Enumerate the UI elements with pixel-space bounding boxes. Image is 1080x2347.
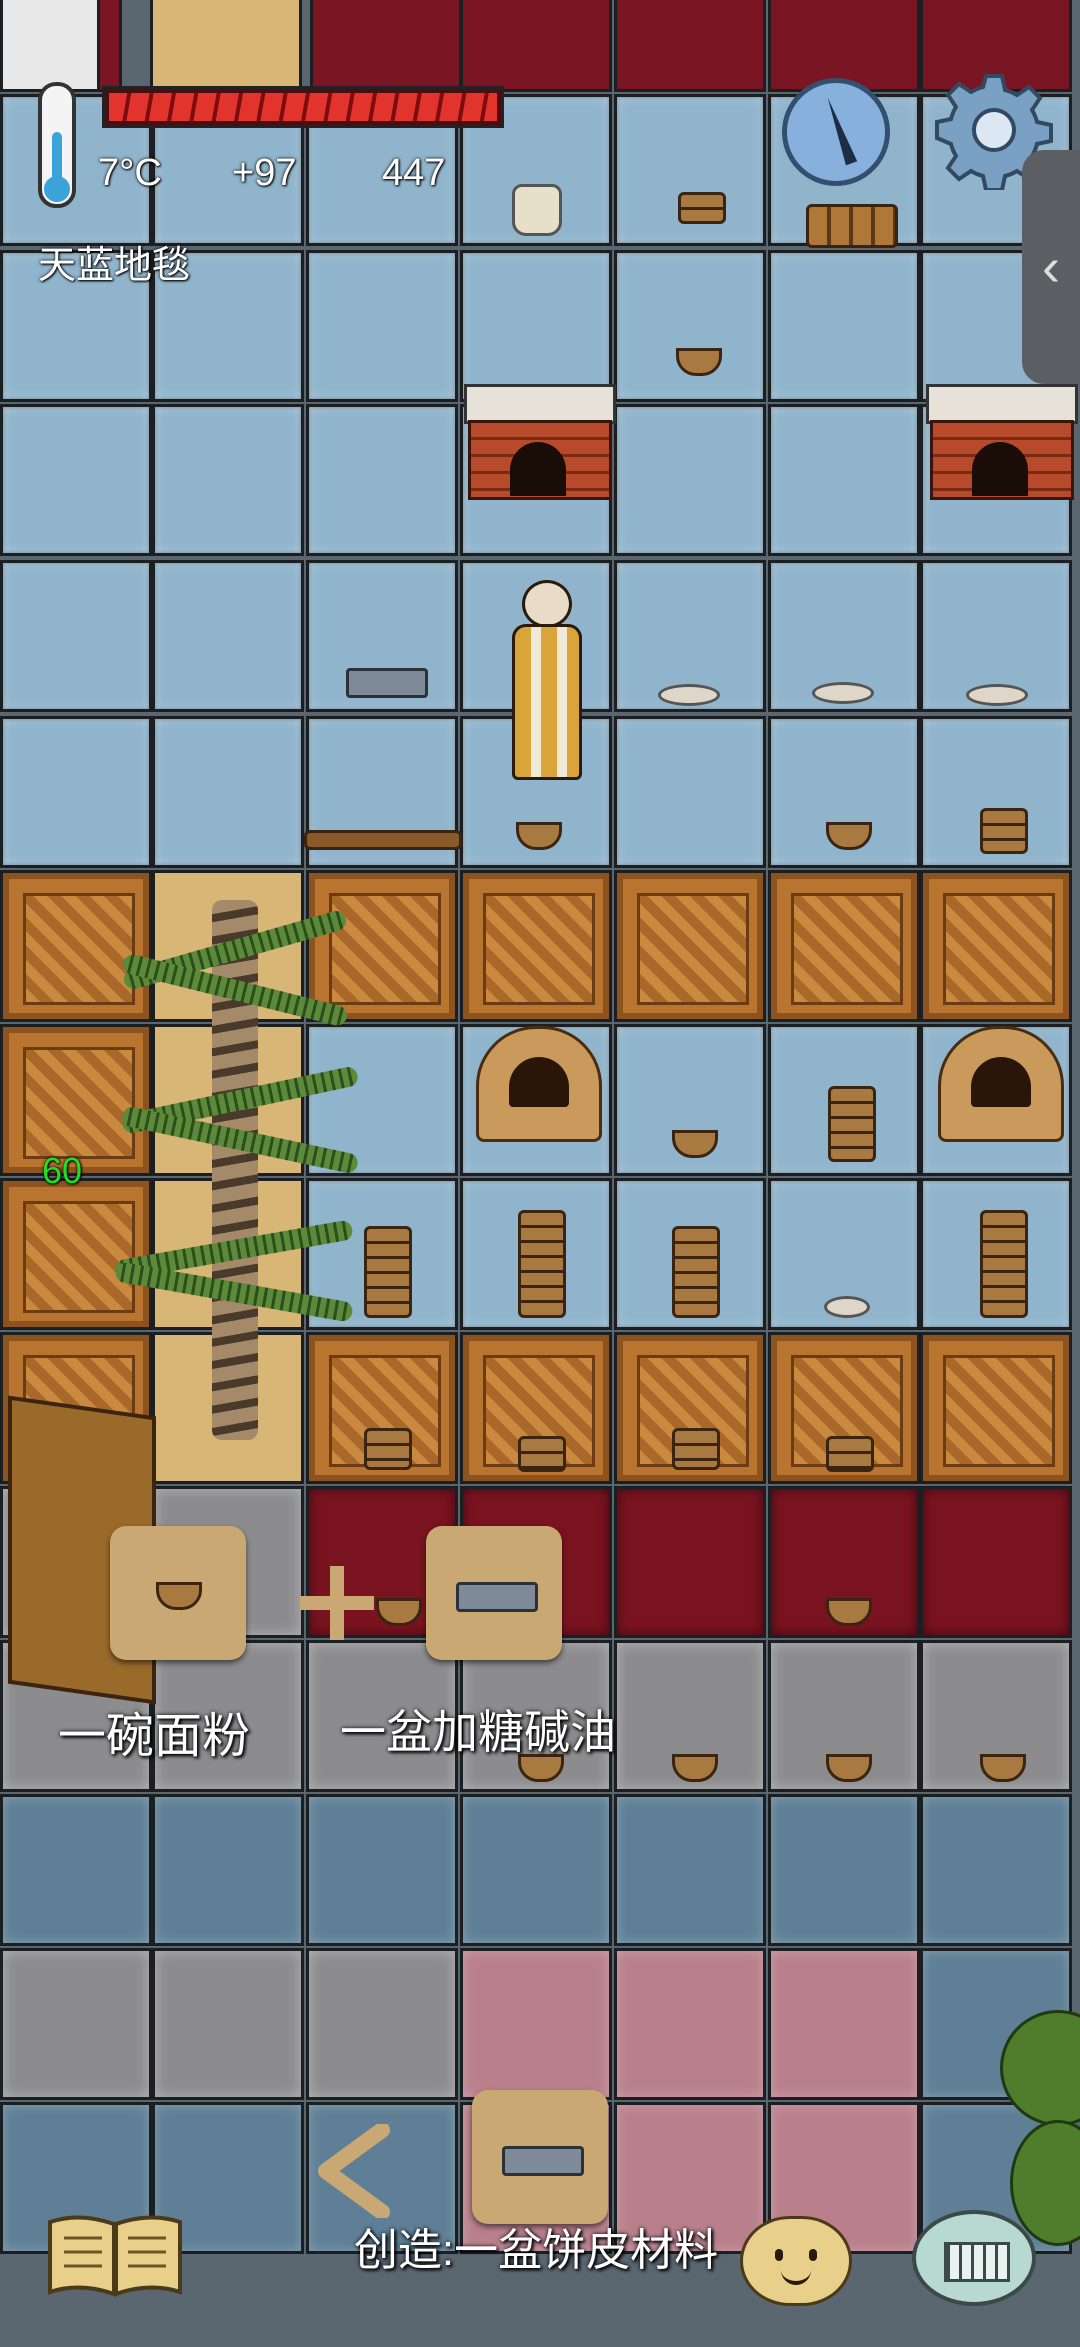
flour-bowl-icon	[156, 1582, 202, 1610]
chevron-left-icon: ‹	[1042, 237, 1060, 297]
wood-floor-tile[interactable]	[0, 870, 152, 1022]
wall-tile	[310, 0, 462, 92]
compass-icon[interactable]	[782, 78, 890, 186]
bowl-stack[interactable]	[518, 1210, 566, 1318]
stone-tile[interactable]	[306, 1948, 458, 2100]
craft-label: 创造:一盆饼皮材料	[353, 2226, 719, 2275]
slate-tile[interactable]	[152, 1794, 304, 1946]
wood-floor-tile[interactable]	[614, 870, 766, 1022]
carpet-tile[interactable]	[0, 560, 152, 712]
bowl-stack[interactable]	[364, 1226, 412, 1318]
slate-tile[interactable]	[0, 1794, 152, 1946]
red-carpet-tile[interactable]	[614, 1486, 766, 1638]
kiln[interactable]	[476, 1026, 602, 1142]
bowl-stack[interactable]	[672, 1226, 720, 1318]
ingredient-2-label: 一盆加糖碱油	[340, 1706, 616, 1758]
clay-tray[interactable]	[346, 668, 428, 698]
wood-floor-tile[interactable]	[920, 1332, 1072, 1484]
player-character[interactable]	[508, 580, 582, 810]
carpet-tile[interactable]	[768, 404, 920, 556]
carpet-tile[interactable]	[0, 404, 152, 556]
plate[interactable]	[966, 684, 1028, 706]
wood-floor-tile[interactable]	[460, 870, 612, 1022]
carpet-tile[interactable]	[152, 716, 304, 868]
wood-floor-tile[interactable]	[920, 870, 1072, 1022]
age-marker: 60	[42, 1150, 83, 1191]
player-head	[522, 580, 572, 628]
plate-stack[interactable]	[672, 1428, 720, 1470]
wooden-shaft[interactable]	[304, 830, 462, 850]
keyboard-icon[interactable]	[912, 2210, 1036, 2306]
player-robe	[512, 624, 582, 780]
ingredient-slot-1[interactable]	[110, 1526, 246, 1660]
firewood-pile[interactable]	[806, 204, 898, 248]
slate-tile[interactable]	[306, 1794, 458, 1946]
open-book-icon[interactable]	[44, 2208, 186, 2300]
food-meter	[102, 86, 504, 128]
game-world[interactable]	[0, 0, 1080, 2347]
bowl-stack[interactable]	[980, 1210, 1028, 1318]
carpet-tile[interactable]	[614, 404, 766, 556]
tray-icon	[456, 1582, 538, 1612]
kiln[interactable]	[938, 1026, 1064, 1142]
thermometer-icon	[38, 82, 76, 208]
temperature-readout: 7°C	[98, 152, 162, 194]
wood-wall-tile	[0, 1178, 152, 1330]
plate[interactable]	[658, 684, 720, 706]
ingredient-slot-2[interactable]	[426, 1526, 562, 1660]
bowl-stack[interactable]	[980, 808, 1028, 854]
pink-tile[interactable]	[768, 1948, 920, 2100]
tile-name-label: 天蓝地毯	[38, 245, 191, 287]
side-panel-toggle[interactable]: ‹	[1022, 150, 1080, 384]
chevron-left-icon[interactable]	[312, 2122, 396, 2220]
wood-floor-tile[interactable]	[306, 870, 458, 1022]
plate-stack[interactable]	[826, 1436, 874, 1472]
carpet-tile[interactable]	[152, 404, 304, 556]
smiley-face-icon[interactable]	[740, 2216, 852, 2306]
carpet-tile[interactable]	[306, 404, 458, 556]
flour-sack[interactable]	[512, 184, 562, 236]
snow-tile	[0, 0, 100, 92]
craft-result-slot[interactable]	[472, 2090, 608, 2224]
plate[interactable]	[824, 1296, 870, 1318]
pink-tile[interactable]	[614, 1948, 766, 2100]
yum-total-readout: 447	[382, 152, 446, 194]
slate-tile[interactable]	[460, 1794, 612, 1946]
plate-stack[interactable]	[518, 1436, 566, 1472]
carpet-tile[interactable]	[614, 250, 766, 402]
ingredient-1-label: 一碗面粉	[58, 1710, 251, 1763]
stone-tile[interactable]	[0, 1948, 152, 2100]
adobe-oven[interactable]	[464, 384, 616, 536]
pink-tile[interactable]	[460, 1948, 612, 2100]
stone-tile[interactable]	[152, 1948, 304, 2100]
wall-tile	[460, 0, 612, 92]
bowl-stack[interactable]	[828, 1086, 876, 1162]
carpet-tile[interactable]	[614, 716, 766, 868]
slate-tile[interactable]	[920, 1794, 1072, 1946]
adobe-oven[interactable]	[926, 384, 1078, 536]
carpet-tile[interactable]	[0, 716, 152, 868]
bowl-stack[interactable]	[678, 192, 726, 224]
wall-tile	[614, 0, 766, 92]
red-carpet-tile[interactable]	[920, 1486, 1072, 1638]
tray-icon	[502, 2146, 584, 2176]
carpet-tile[interactable]	[306, 250, 458, 402]
food-bonus-readout: +97	[232, 152, 297, 194]
slate-tile[interactable]	[768, 1794, 920, 1946]
slate-tile[interactable]	[614, 1794, 766, 1946]
carpet-tile[interactable]	[152, 560, 304, 712]
plus-icon	[300, 1566, 374, 1640]
plate-stack[interactable]	[364, 1428, 412, 1470]
carpet-tile[interactable]	[768, 250, 920, 402]
wood-floor-tile[interactable]	[768, 870, 920, 1022]
plate[interactable]	[812, 682, 874, 704]
carpet-tile[interactable]	[460, 250, 612, 402]
sand-tile	[150, 0, 302, 92]
